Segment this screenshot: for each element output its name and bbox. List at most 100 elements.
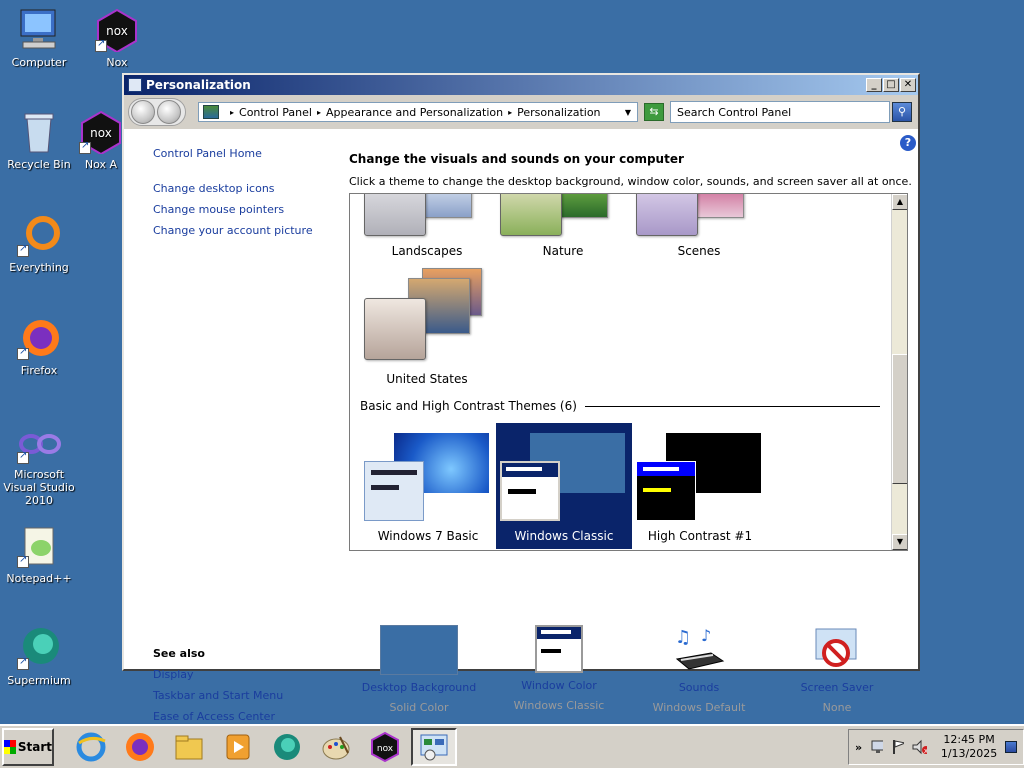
- svg-text:nox: nox: [377, 744, 394, 754]
- desktop-icon-label: Nox A: [84, 158, 118, 171]
- media-player-icon[interactable]: [215, 728, 261, 766]
- sounds-icon: ♫ ♪: [671, 625, 727, 675]
- taskbar: Start nox » x 12:45 PM 1/13/2025: [0, 724, 1024, 768]
- windows-logo-icon: [4, 740, 16, 754]
- network-icon[interactable]: [870, 739, 884, 755]
- scroll-down-icon[interactable]: ▼: [892, 534, 907, 550]
- clock-time: 12:45 PM: [943, 733, 995, 746]
- ease-of-access-link[interactable]: Ease of Access Center: [153, 710, 283, 723]
- theme-list-scrollbar[interactable]: ▲ ▼: [891, 194, 907, 550]
- firefox-icon[interactable]: [117, 728, 163, 766]
- desktop-icon-label: Everything: [9, 261, 69, 274]
- desktop-icon-label: Notepad++: [6, 572, 72, 585]
- forward-button[interactable]: [157, 100, 181, 124]
- change-desktop-icons-link[interactable]: Change desktop icons: [153, 182, 333, 195]
- address-dropdown-icon[interactable]: ▼: [625, 108, 631, 117]
- breadcrumb-separator: ▸: [316, 107, 321, 117]
- search-input[interactable]: Search Control Panel: [670, 101, 890, 123]
- start-button[interactable]: Start: [2, 728, 54, 766]
- svg-text:nox: nox: [90, 126, 112, 140]
- shortcut-arrow-icon: [17, 450, 29, 464]
- scroll-up-icon[interactable]: ▲: [892, 194, 907, 210]
- change-account-picture-link[interactable]: Change your account picture: [153, 224, 333, 237]
- theme-united-states[interactable]: United States: [362, 268, 492, 386]
- action-center-flag-icon[interactable]: [891, 739, 905, 755]
- recycle-bin-icon: [17, 110, 61, 154]
- desktop-icon-everything[interactable]: Everything: [0, 213, 78, 274]
- taskbar-start-menu-link[interactable]: Taskbar and Start Menu: [153, 689, 283, 702]
- maximize-button[interactable]: □: [883, 78, 899, 92]
- desktop-icon-label: Recycle Bin: [7, 158, 71, 171]
- svg-text:♪: ♪: [701, 626, 711, 645]
- close-button[interactable]: ✕: [900, 78, 916, 92]
- desktop-icon-notepadpp[interactable]: Notepad++: [0, 524, 78, 585]
- window-titlebar[interactable]: Personalization _ □ ✕: [124, 75, 918, 95]
- desktop-icon-recycle-bin[interactable]: Recycle Bin: [0, 110, 78, 171]
- control-panel-icon[interactable]: [411, 728, 457, 766]
- window-color-value: Windows Classic: [513, 699, 605, 712]
- theme-landscapes[interactable]: Landscapes: [362, 194, 492, 258]
- supermium-icon: [17, 626, 61, 670]
- desktop-icon-visual-studio[interactable]: Microsoft Visual Studio 2010: [0, 420, 78, 507]
- change-mouse-pointers-link[interactable]: Change mouse pointers: [153, 203, 333, 216]
- desktop-icon-supermium[interactable]: Supermium: [0, 626, 78, 687]
- svg-text:nox: nox: [106, 24, 128, 38]
- breadcrumb-separator: ▸: [230, 107, 235, 117]
- theme-photo: [500, 194, 562, 236]
- display-link[interactable]: Display: [153, 668, 283, 681]
- theme-photo: [422, 194, 472, 218]
- theme-preview-window: [636, 461, 696, 521]
- tray-expand-icon[interactable]: »: [855, 741, 862, 754]
- screen-saver-setting[interactable]: Screen Saver None: [772, 625, 902, 714]
- show-desktop-icon[interactable]: [1005, 741, 1017, 753]
- shortcut-arrow-icon: [17, 346, 29, 360]
- theme-label: High Contrast #1: [647, 529, 753, 543]
- explorer-icon[interactable]: [166, 728, 212, 766]
- theme-photo: [554, 194, 608, 218]
- system-tray: » x 12:45 PM 1/13/2025: [848, 729, 1024, 765]
- theme-windows-classic[interactable]: Windows Classic: [496, 423, 632, 549]
- theme-high-contrast-1[interactable]: High Contrast #1: [632, 423, 768, 549]
- desktop-icon-nox-app[interactable]: nox Nox A: [78, 110, 124, 171]
- theme-photo: [636, 194, 698, 236]
- back-button[interactable]: [131, 100, 155, 124]
- refresh-button[interactable]: ⇆: [644, 103, 664, 121]
- minimize-button[interactable]: _: [866, 78, 882, 92]
- volume-muted-icon[interactable]: x: [912, 739, 927, 755]
- desktop-icon-computer[interactable]: Computer: [0, 8, 78, 69]
- sounds-label: Sounds: [678, 681, 720, 694]
- theme-nature[interactable]: Nature: [498, 194, 628, 258]
- shortcut-arrow-icon: [95, 38, 107, 52]
- everything-icon: [17, 213, 61, 257]
- desktop-background-label: Desktop Background: [361, 681, 477, 694]
- help-icon[interactable]: ?: [900, 135, 916, 151]
- search-icon[interactable]: ⚲: [892, 102, 912, 122]
- supermium-icon[interactable]: [264, 728, 310, 766]
- breadcrumb-appearance[interactable]: Appearance and Personalization: [326, 106, 503, 119]
- desktop-icon-label: Computer: [11, 56, 67, 69]
- internet-explorer-icon[interactable]: [68, 728, 114, 766]
- breadcrumb-personalization[interactable]: Personalization: [517, 106, 600, 119]
- address-field[interactable]: ▸ Control Panel ▸ Appearance and Persona…: [198, 102, 638, 122]
- desktop-icon-label: Microsoft Visual Studio 2010: [3, 468, 75, 507]
- window-color-setting[interactable]: Window Color Windows Classic: [494, 625, 624, 712]
- desktop-background-setting[interactable]: Desktop Background Solid Color: [354, 625, 484, 714]
- scroll-thumb[interactable]: [892, 354, 907, 484]
- shortcut-arrow-icon: [17, 656, 29, 670]
- paint-icon[interactable]: [313, 728, 359, 766]
- group-header-label: Basic and High Contrast Themes (6): [360, 399, 577, 413]
- theme-label: Windows 7 Basic: [377, 529, 479, 543]
- desktop-icon-nox[interactable]: nox Nox: [78, 8, 156, 69]
- nox-icon[interactable]: nox: [362, 728, 408, 766]
- theme-scenes[interactable]: Scenes: [634, 194, 764, 258]
- control-panel-home-link[interactable]: Control Panel Home: [153, 147, 333, 160]
- desktop-icon-firefox[interactable]: Firefox: [0, 316, 78, 377]
- theme-windows-7-basic[interactable]: Windows 7 Basic: [360, 423, 496, 549]
- breadcrumb-control-panel[interactable]: Control Panel: [239, 106, 312, 119]
- sounds-setting[interactable]: ♫ ♪ Sounds Windows Default: [634, 625, 764, 714]
- clock[interactable]: 12:45 PM 1/13/2025: [941, 733, 997, 761]
- theme-label: United States: [386, 372, 468, 386]
- desktop-icon-label: Nox: [106, 56, 128, 69]
- page-subtitle: Click a theme to change the desktop back…: [349, 175, 912, 188]
- start-label: Start: [17, 740, 52, 754]
